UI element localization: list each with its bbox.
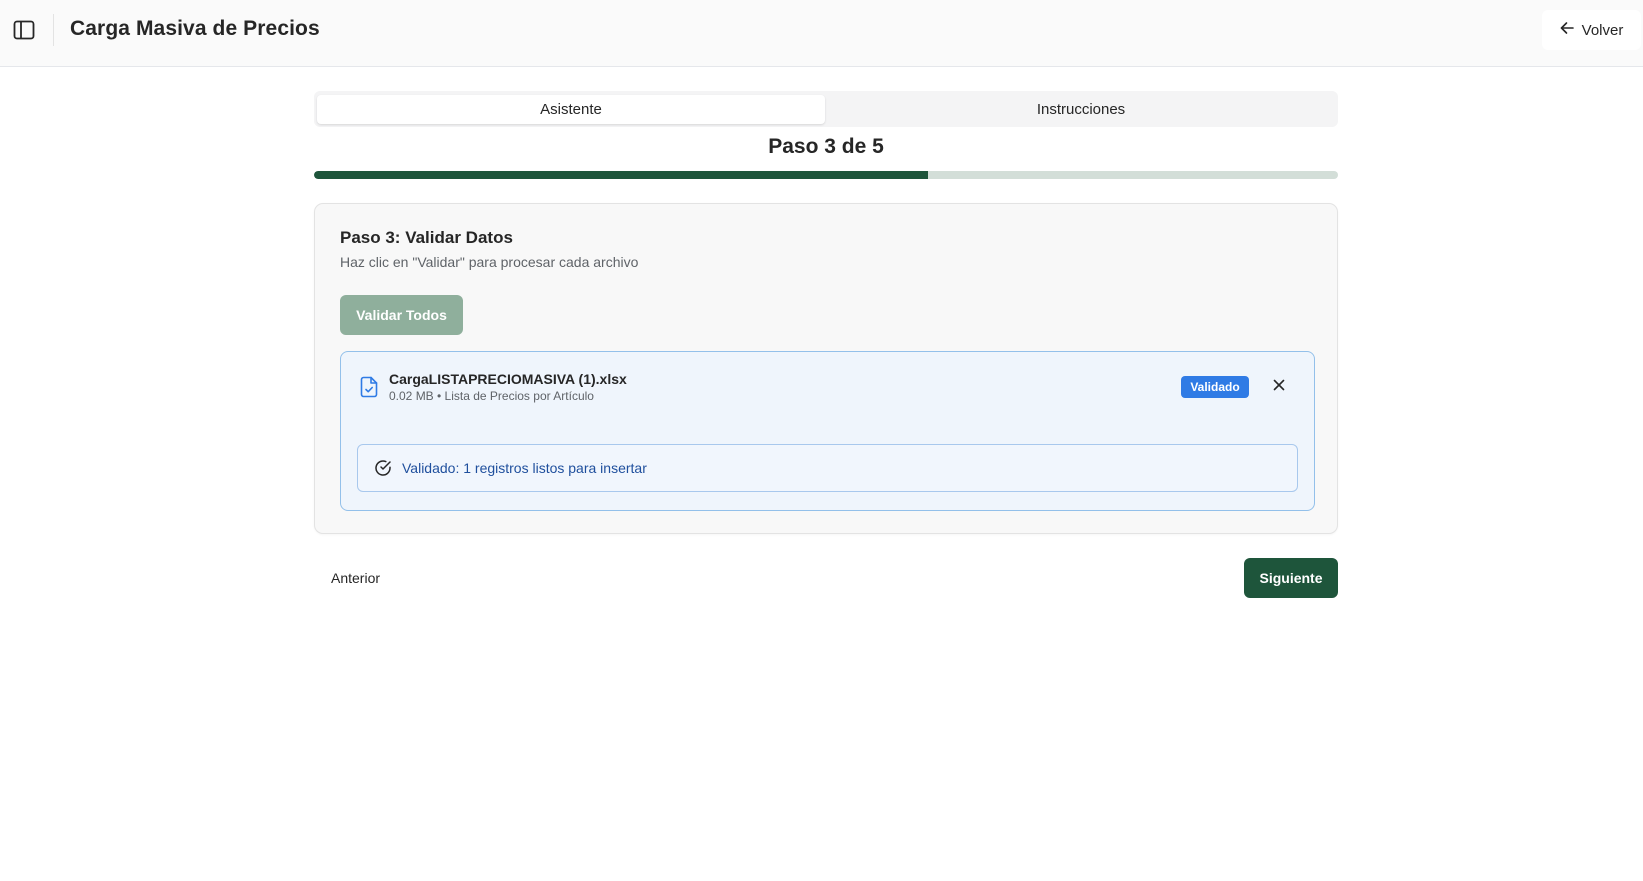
close-icon [1273,378,1285,396]
tab-asistente[interactable]: Asistente [317,95,825,124]
file-meta: 0.02 MB • Lista de Precios por Artículo [389,389,594,403]
validation-message: Validado: 1 registros listos para insert… [402,460,647,476]
status-badge: Validado [1181,376,1249,398]
header-divider [53,14,54,46]
wizard-tabs: Asistente Instrucciones [314,91,1338,127]
progress-bar-fill [314,171,929,179]
remove-file-button[interactable] [1269,377,1289,397]
progress-bar [314,171,1338,179]
back-button[interactable]: Volver [1542,10,1641,50]
file-name: CargaLISTAPRECIOMASIVA (1).xlsx [389,371,627,387]
file-check-icon [359,376,379,398]
previous-button[interactable]: Anterior [314,558,404,598]
page-title: Carga Masiva de Precios [70,17,320,40]
top-bar: Carga Masiva de Precios Volver [0,0,1643,67]
card-title: Paso 3: Validar Datos [340,228,513,247]
sidebar-toggle-icon[interactable] [12,19,36,41]
next-button[interactable]: Siguiente [1244,558,1338,598]
file-item: CargaLISTAPRECIOMASIVA (1).xlsx 0.02 MB … [340,351,1315,511]
card-subtitle: Haz clic en "Validar" para procesar cada… [340,254,639,270]
validation-card: Paso 3: Validar Datos Haz clic en "Valid… [314,203,1338,534]
check-circle-icon [374,459,392,477]
step-indicator: Paso 3 de 5 [768,135,884,158]
back-button-label: Volver [1581,21,1624,39]
tab-instrucciones[interactable]: Instrucciones [827,95,1335,124]
validate-all-button[interactable]: Validar Todos [340,295,463,335]
validation-alert: Validado: 1 registros listos para insert… [357,444,1298,492]
arrow-left-icon [1560,21,1574,39]
